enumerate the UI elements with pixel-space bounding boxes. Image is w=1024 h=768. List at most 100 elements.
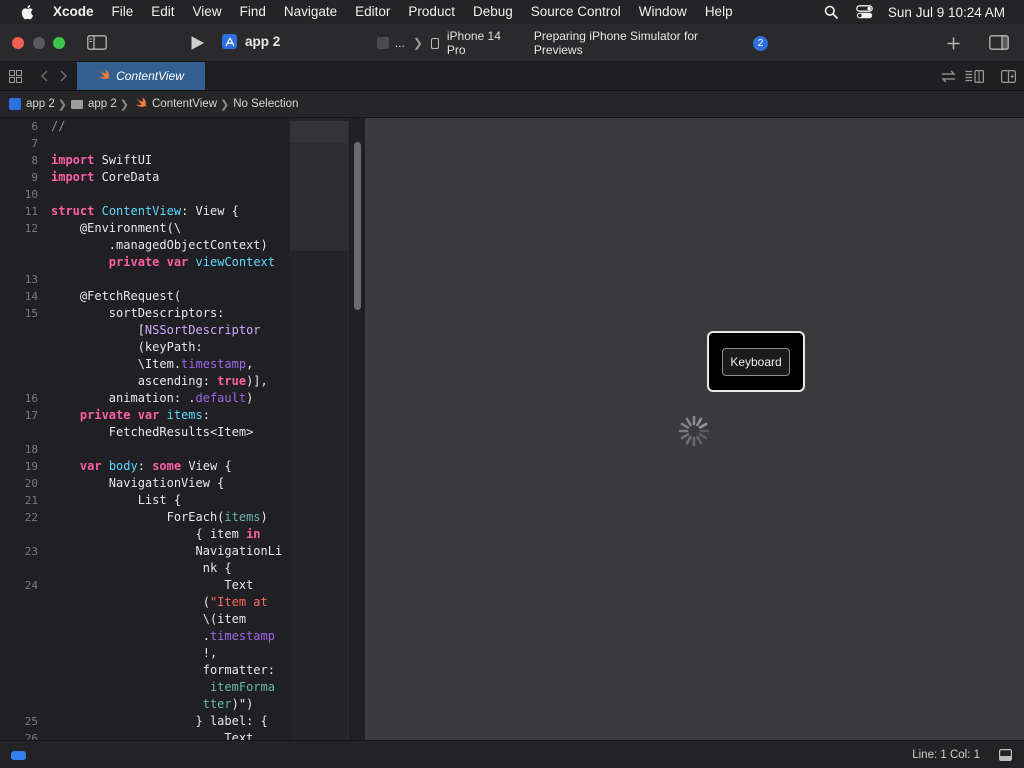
line-number: 25 xyxy=(24,715,38,728)
line-number: 17 xyxy=(24,409,38,422)
forward-chevron-icon[interactable] xyxy=(58,69,70,83)
breadcrumb-symbol[interactable]: No Selection xyxy=(233,98,298,110)
breadcrumb-label: ContentView xyxy=(152,98,217,110)
apple-icon[interactable] xyxy=(16,4,38,20)
line-number: 15 xyxy=(24,307,38,320)
code-line: tter)") xyxy=(202,697,254,711)
window-minimize-button[interactable] xyxy=(33,37,45,49)
swift-file-icon xyxy=(98,69,110,83)
code-line: ForEach(items) xyxy=(51,510,268,524)
line-number: 23 xyxy=(24,545,38,558)
breadcrumb-file[interactable]: ContentView xyxy=(133,97,217,111)
run-button-icon[interactable] xyxy=(188,34,206,52)
code-line: import SwiftUI xyxy=(51,153,153,167)
editor-tab-bar: ContentView xyxy=(0,62,1024,91)
tab-contentview[interactable]: ContentView xyxy=(77,62,205,90)
line-number: 10 xyxy=(24,188,38,201)
menu-debug[interactable]: Debug xyxy=(464,0,522,24)
split-editor-icon[interactable] xyxy=(1000,69,1016,83)
menu-window[interactable]: Window xyxy=(630,0,696,24)
menu-source-control[interactable]: Source Control xyxy=(522,0,630,24)
back-chevron-icon[interactable] xyxy=(38,69,50,83)
related-items-grid-icon[interactable] xyxy=(8,69,22,83)
line-number-gutter: 6 7 8 9 10 11 12 13 14 15 16 17 18 19 20 21 22 23 24 25 26 xyxy=(0,118,44,740)
keyboard-button[interactable]: Keyboard xyxy=(722,347,790,376)
enable-code-review-icon[interactable] xyxy=(940,69,956,83)
scheme-selector[interactable]: app 2 xyxy=(222,34,280,49)
line-number: 24 xyxy=(24,579,38,592)
code-line: ("Item at xyxy=(51,595,268,609)
debug-area-toggle-icon[interactable] xyxy=(999,749,1013,764)
line-number: 22 xyxy=(24,511,38,524)
spotlight-search-icon[interactable] xyxy=(822,4,840,20)
project-icon xyxy=(9,98,21,110)
activity-count-badge[interactable]: 2 xyxy=(753,35,768,51)
source-editor[interactable]: 6 7 8 9 10 11 12 13 14 15 16 17 18 19 20 21 22 23 24 25 26 /… xyxy=(0,118,364,740)
menu-clock[interactable]: Sun Jul 9 10:24 AM xyxy=(888,5,1005,20)
debug-area-indicator-icon[interactable] xyxy=(11,751,26,760)
code-line: @FetchRequest( xyxy=(51,289,182,303)
line-number: 6 xyxy=(31,120,38,133)
minimap[interactable] xyxy=(290,118,348,740)
keyboard-popup: Keyboard xyxy=(707,331,805,392)
code-line: FetchedResults<Item> xyxy=(51,425,254,439)
minimap-current-line xyxy=(290,121,348,143)
menu-view[interactable]: View xyxy=(184,0,231,24)
line-number: 21 xyxy=(24,494,38,507)
activity-status: Preparing iPhone Simulator for Previews xyxy=(533,29,698,57)
destination-truncated[interactable]: ... xyxy=(395,36,405,50)
swift-file-icon xyxy=(135,97,147,111)
preview-canvas[interactable]: Keyboard xyxy=(365,118,1024,740)
menu-file[interactable]: File xyxy=(103,0,143,24)
code-line: sortDescriptors: xyxy=(51,306,225,320)
code-line: animation: .default) xyxy=(51,391,254,405)
window-zoom-button[interactable] xyxy=(53,37,65,49)
scrollbar-thumb[interactable] xyxy=(354,142,361,310)
breadcrumb-label: app 2 xyxy=(26,98,55,110)
code-line: \Item.timestamp, xyxy=(51,357,254,371)
run-destination[interactable]: iPhone 14 Pro xyxy=(447,29,522,57)
breadcrumb-group[interactable]: app 2 xyxy=(71,98,117,110)
line-number: 26 xyxy=(24,732,38,740)
menu-find[interactable]: Find xyxy=(231,0,275,24)
cursor-position: Line: 1 Col: 1 xyxy=(912,749,980,761)
chevron-right-icon: ❯ xyxy=(412,36,423,50)
line-number: 16 xyxy=(24,392,38,405)
code-line: // xyxy=(51,119,66,133)
menu-edit[interactable]: Edit xyxy=(142,0,183,24)
navigator-toggle-icon[interactable] xyxy=(87,34,107,50)
line-number: 12 xyxy=(24,222,38,235)
menu-bar-extras: Sun Jul 9 10:24 AM xyxy=(814,0,1024,24)
line-number: 11 xyxy=(24,205,38,218)
code-line: [NSSortDescriptor xyxy=(51,323,261,337)
tab-label: ContentView xyxy=(116,69,184,83)
loading-spinner-icon xyxy=(677,414,711,448)
menu-product[interactable]: Product xyxy=(399,0,464,24)
destination-app-icon xyxy=(377,37,389,49)
menu-help[interactable]: Help xyxy=(696,0,742,24)
line-number: 14 xyxy=(24,290,38,303)
window-close-button[interactable] xyxy=(12,37,24,49)
status-bar: Line: 1 Col: 1 xyxy=(0,740,1024,768)
adjust-editor-options-icon[interactable] xyxy=(964,69,984,83)
code-line: NavigationLi xyxy=(51,544,283,558)
add-library-icon[interactable] xyxy=(945,35,961,51)
menu-app-name[interactable]: Xcode xyxy=(50,0,103,24)
line-number: 9 xyxy=(31,171,38,184)
vertical-scrollbar[interactable] xyxy=(348,118,364,740)
code-line: List { xyxy=(51,493,182,507)
menu-editor[interactable]: Editor xyxy=(346,0,399,24)
code-line: formatter: xyxy=(51,663,275,677)
menu-bar: Xcode File Edit View Find Navigate Edito… xyxy=(0,0,1024,24)
control-center-icon[interactable] xyxy=(856,4,874,20)
inspector-toggle-icon[interactable] xyxy=(988,34,1009,50)
chevron-right-icon: ❯ xyxy=(57,98,67,111)
breadcrumb-label: No Selection xyxy=(233,98,299,110)
iphone-device-icon xyxy=(430,37,439,49)
breadcrumb-project[interactable]: app 2 xyxy=(9,98,55,110)
menu-navigate[interactable]: Navigate xyxy=(275,0,346,24)
code-line: Text xyxy=(51,578,254,592)
scheme-name: app 2 xyxy=(245,34,281,49)
line-number: 8 xyxy=(31,154,38,167)
code-line: private var viewContext xyxy=(108,255,275,269)
